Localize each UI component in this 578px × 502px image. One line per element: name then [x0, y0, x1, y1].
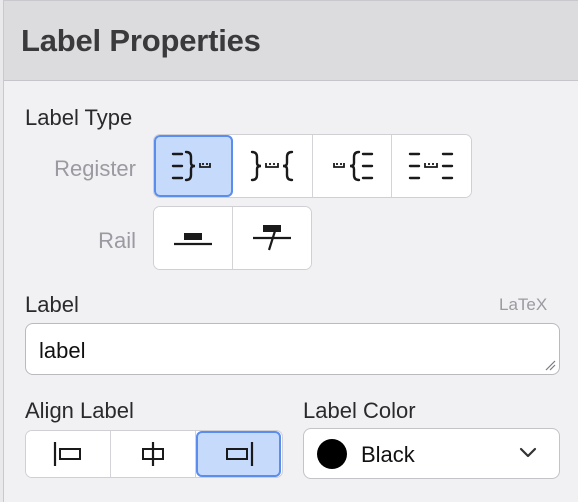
label-heading: Label [25, 292, 79, 317]
register-label-type-group [153, 134, 472, 198]
panel-header: Label Properties [4, 1, 578, 81]
label-color-heading: Label Color [303, 398, 416, 423]
align-right-button[interactable] [196, 431, 281, 477]
label-color-value: Black [361, 442, 415, 467]
register-label-right-icon [171, 150, 212, 182]
color-swatch [317, 439, 347, 469]
register-label-both-button[interactable] [391, 135, 471, 197]
register-row-label: Register [54, 156, 136, 181]
align-center-icon [142, 442, 164, 466]
panel-title: Label Properties [21, 23, 261, 58]
rail-label-strike-button[interactable] [232, 207, 311, 269]
label-text-input[interactable]: label [25, 323, 560, 375]
align-label-group [25, 430, 283, 478]
register-label-left-button[interactable] [312, 135, 392, 197]
rail-row-label: Rail [98, 228, 136, 253]
latex-hint: LaTeX [499, 295, 548, 314]
register-label-left-icon [332, 150, 373, 182]
align-left-button[interactable] [26, 431, 111, 477]
resize-grip-icon[interactable] [544, 359, 556, 371]
align-left-icon [53, 442, 81, 466]
rail-label-strike-icon [252, 225, 291, 251]
label-properties-panel: Label Properties Label Type Register Rai… [3, 0, 578, 502]
rail-label-icon [173, 233, 212, 246]
register-label-center-button[interactable] [233, 135, 313, 197]
rail-label-type-group [153, 206, 312, 270]
register-label-center-icon [251, 150, 294, 182]
register-label-both-icon [409, 152, 454, 180]
label-type-heading: Label Type [25, 105, 133, 130]
align-center-button[interactable] [111, 431, 196, 477]
label-color-select[interactable]: Black [303, 428, 560, 479]
rail-label-button[interactable] [154, 207, 233, 269]
align-label-heading: Align Label [25, 398, 134, 423]
register-label-right-button[interactable] [154, 135, 234, 197]
chevron-down-icon [519, 447, 537, 458]
align-right-icon [225, 442, 253, 466]
label-text-value: label [39, 338, 86, 363]
